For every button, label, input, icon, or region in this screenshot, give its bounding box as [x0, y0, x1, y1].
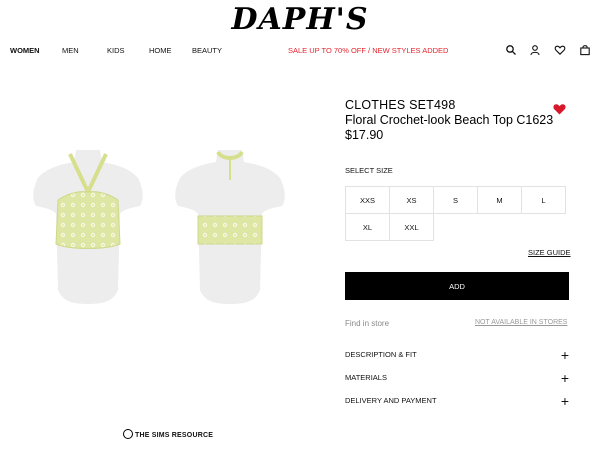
size-option-s[interactable]: S	[433, 186, 478, 214]
nav-item-beauty[interactable]: BEAUTY	[192, 46, 222, 55]
product-image-front[interactable]	[18, 140, 158, 310]
product-title: Floral Crochet-look Beach Top C1623	[345, 113, 554, 127]
select-size-label: SELECT SIZE	[345, 166, 393, 175]
watermark: THE SIMS RESOURCE	[123, 429, 214, 440]
accordion-delivery-payment[interactable]: DELIVERY AND PAYMENT +	[345, 393, 569, 410]
size-option-xxl[interactable]: XXL	[389, 213, 434, 241]
wishlist-icon[interactable]	[554, 44, 566, 56]
plus-icon[interactable]: +	[561, 393, 569, 409]
size-option-m[interactable]: M	[477, 186, 522, 214]
product-gallery	[18, 140, 302, 312]
brand-logo[interactable]: DAPH'S	[0, 2, 600, 37]
search-icon[interactable]	[505, 44, 517, 56]
accordion-materials[interactable]: MATERIALS +	[345, 370, 569, 387]
find-in-store-label: Find in store	[345, 319, 390, 328]
accordion-label: DELIVERY AND PAYMENT	[345, 396, 437, 405]
size-option-l[interactable]: L	[521, 186, 566, 214]
size-guide-link[interactable]: SIZE GUIDE	[528, 248, 571, 257]
accordion-label: DESCRIPTION & FIT	[345, 350, 417, 359]
plus-icon[interactable]: +	[561, 347, 569, 363]
size-option-xl[interactable]: XL	[345, 213, 390, 241]
top-nav: WOMEN MEN KIDS HOME BEAUTY SALE UP TO 70…	[0, 44, 600, 58]
plus-icon[interactable]: +	[561, 370, 569, 386]
size-row: XXS XS S M L	[345, 186, 569, 214]
nav-item-kids[interactable]: KIDS	[107, 46, 125, 55]
add-to-bag-button[interactable]: ADD	[345, 272, 569, 300]
promo-banner[interactable]: SALE UP TO 70% OFF / NEW STYLES ADDED	[288, 46, 448, 55]
nav-item-home[interactable]: HOME	[149, 46, 172, 55]
product-price: $17.90	[345, 128, 384, 142]
watermark-text: THE SIMS RESOURCE	[135, 431, 214, 439]
bag-icon[interactable]	[579, 44, 591, 56]
product-set-name: CLOTHES SET498	[345, 98, 456, 112]
nav-item-women[interactable]: WOMEN	[10, 46, 40, 55]
size-grid: XXS XS S M L XL XXL	[345, 186, 569, 241]
accordion-description-fit[interactable]: DESCRIPTION & FIT +	[345, 347, 569, 364]
size-row: XL XXL	[345, 213, 569, 241]
tsr-logo-icon	[123, 429, 133, 439]
size-option-xs[interactable]: XS	[389, 186, 434, 214]
size-option-xxs[interactable]: XXS	[345, 186, 390, 214]
product-info: CLOTHES SET498 Floral Crochet-look Beach…	[345, 98, 570, 142]
nav-item-men[interactable]: MEN	[62, 46, 79, 55]
product-image-back[interactable]	[160, 140, 300, 310]
store-availability-link[interactable]: NOT AVAILABLE IN STORES	[475, 319, 567, 326]
favorite-heart-icon[interactable]	[553, 103, 566, 115]
accordion-label: MATERIALS	[345, 373, 387, 382]
account-icon[interactable]	[529, 44, 541, 56]
